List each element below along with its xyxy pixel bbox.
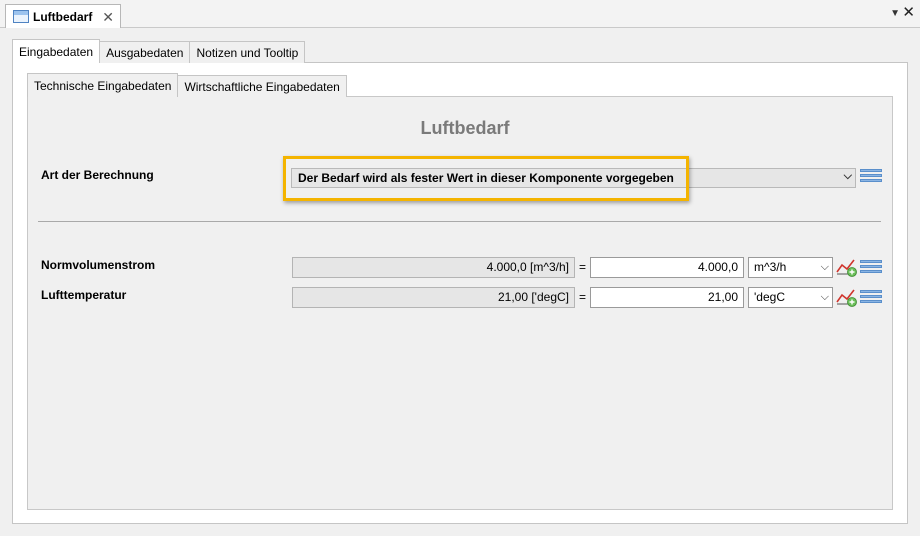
equals-sign: = [579, 290, 587, 304]
outer-tabs: Eingabedaten Ausgabedaten Notizen und To… [12, 39, 306, 63]
tab-notizen-tooltip[interactable]: Notizen und Tooltip [189, 41, 306, 63]
lufttemperatur-label: Lufttemperatur [41, 288, 127, 302]
chart-add-icon[interactable] [836, 257, 858, 277]
normvolumenstrom-readonly: 4.000,0 [m^3/h] [292, 257, 575, 278]
lufttemperatur-unit-select[interactable]: 'degC ⌵ [748, 287, 833, 308]
editor-tab-bar: Luftbedarf ✕ ▼ ✕ [0, 0, 920, 28]
calculation-method-select[interactable]: Der Bedarf wird als fester Wert in diese… [291, 168, 856, 188]
close-view-icon[interactable]: ✕ [902, 5, 915, 20]
chevron-down-icon: ⌵ [820, 261, 829, 273]
close-tab-icon[interactable]: ✕ [102, 10, 114, 24]
equals-sign: = [579, 260, 587, 274]
tab-technische-eingabedaten[interactable]: Technische Eingabedaten [27, 73, 179, 97]
unit-value: m^3/h [754, 260, 787, 274]
normvolumenstrom-label: Normvolumenstrom [41, 258, 156, 272]
chart-add-icon[interactable] [836, 287, 858, 307]
tab-eingabedaten[interactable]: Eingabedaten [12, 39, 101, 63]
inner-tabs: Technische Eingabedaten Wirtschaftliche … [27, 73, 347, 97]
view-menu-icon[interactable]: ▼ [890, 8, 900, 19]
lufttemperatur-readonly: 21,00 ['degC] [292, 287, 575, 308]
calculation-method-label: Art der Berechnung [41, 168, 154, 182]
lufttemperatur-input[interactable]: 21,00 [590, 287, 744, 308]
tab-wirtschaftliche-eingabedaten[interactable]: Wirtschaftliche Eingabedaten [177, 75, 347, 97]
normvolumenstrom-unit-select[interactable]: m^3/h ⌵ [748, 257, 833, 278]
chevron-down-icon: ⌵ [820, 291, 829, 303]
normvolumenstrom-input[interactable]: 4.000,0 [590, 257, 744, 278]
document-icon [13, 10, 29, 23]
calculation-method-value: Der Bedarf wird als fester Wert in diese… [298, 171, 674, 185]
tab-ausgabedaten[interactable]: Ausgabedaten [99, 41, 191, 63]
editor-tab-title: Luftbedarf [33, 9, 93, 24]
chevron-down-icon: ⌵ [843, 170, 852, 182]
list-icon[interactable] [860, 169, 882, 185]
separator [38, 221, 881, 222]
editor-tab[interactable]: Luftbedarf ✕ [5, 4, 121, 28]
section-title: Luftbedarf [420, 118, 510, 138]
list-icon[interactable] [860, 290, 882, 306]
unit-value: 'degC [754, 290, 785, 304]
list-icon[interactable] [860, 260, 882, 276]
